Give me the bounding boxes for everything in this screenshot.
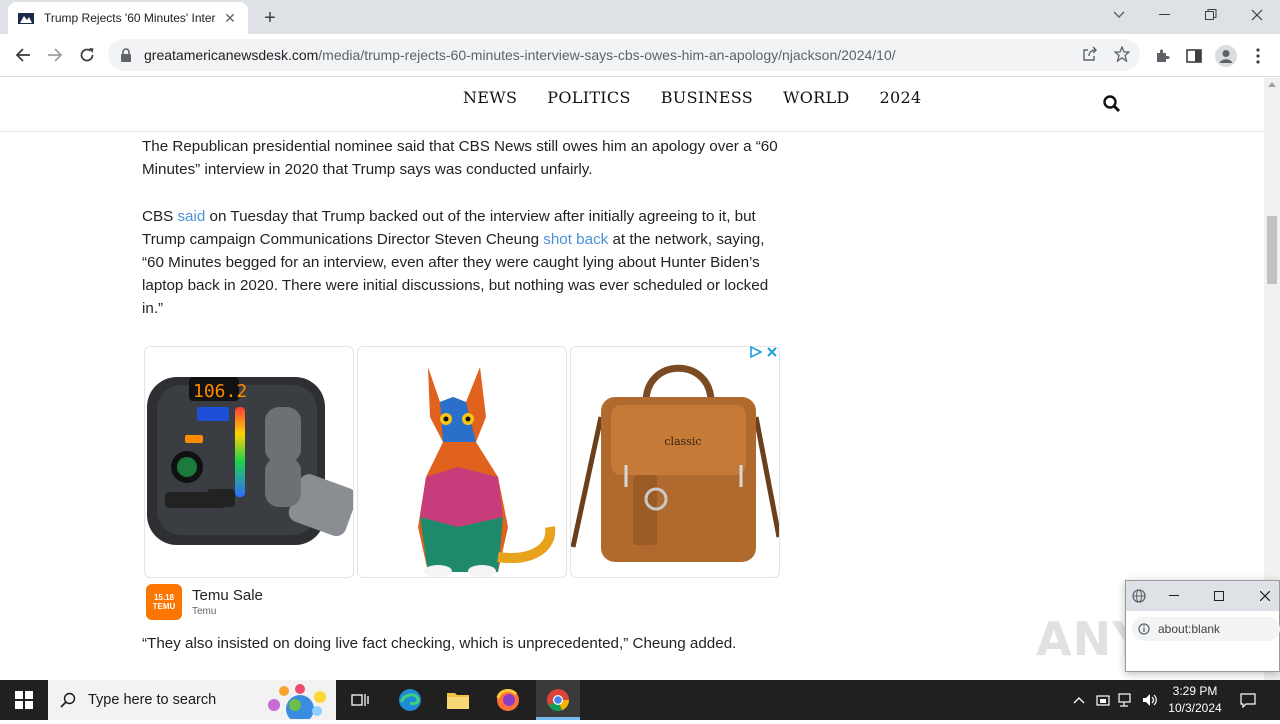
tab-title: Trump Rejects '60 Minutes' Inter — [44, 11, 216, 25]
popup-window[interactable]: about:blank — [1125, 580, 1280, 672]
bookmark-star-icon[interactable] — [1111, 43, 1133, 65]
nav-item-business[interactable]: BUSINESS — [661, 88, 753, 107]
article-paragraph: CBS said on Tuesday that Trump backed ou… — [142, 205, 782, 320]
close-window-button[interactable] — [1234, 0, 1280, 30]
reload-button[interactable] — [72, 40, 102, 70]
tab-search-icon[interactable] — [1096, 0, 1142, 30]
popup-titlebar[interactable] — [1126, 581, 1279, 611]
temu-logo: 15.18 TEMU — [146, 584, 182, 620]
volume-icon[interactable] — [1141, 690, 1159, 710]
url-host: greatamericanewsdesk.com — [144, 47, 319, 63]
ad-product-leather-bag[interactable]: classic — [570, 346, 780, 578]
taskbar-clock[interactable]: 3:29 PM 10/3/2024 — [1160, 683, 1230, 717]
popup-address-bar[interactable]: about:blank — [1132, 617, 1280, 641]
address-bar[interactable]: greatamericanewsdesk.com/media/trump-rej… — [108, 39, 1140, 71]
chrome-icon[interactable] — [536, 680, 580, 720]
ad-brand[interactable]: 15.18 TEMU Temu Sale Temu — [146, 584, 263, 620]
said-link[interactable]: said — [177, 208, 205, 225]
nav-item-politics[interactable]: POLITICS — [547, 88, 630, 107]
firefox-icon[interactable] — [488, 680, 528, 720]
ad-product-cat-puzzle[interactable] — [357, 346, 567, 578]
minimize-button[interactable] — [1142, 0, 1188, 30]
profile-avatar[interactable] — [1214, 44, 1238, 68]
web-page: NEWS POLITICS BUSINESS WORLD 2024 The Re… — [0, 78, 1264, 680]
scrollbar-thumb[interactable] — [1267, 216, 1277, 284]
search-highlight-icon — [262, 683, 332, 724]
popup-minimize-button[interactable] — [1165, 588, 1183, 604]
share-icon[interactable] — [1079, 43, 1101, 65]
adchoices-play-icon[interactable] — [750, 346, 762, 358]
back-button[interactable] — [8, 40, 38, 70]
bag-label-text: classic — [664, 435, 701, 448]
search-icon — [60, 692, 76, 708]
clock-date: 10/3/2024 — [1168, 701, 1222, 715]
ad-brand-name: Temu Sale — [192, 587, 263, 604]
scroll-up-arrow-icon[interactable] — [1268, 82, 1276, 87]
display-text: 106.2 — [193, 381, 247, 402]
tab-strip: Trump Rejects '60 Minutes' Inter ✕ + — [0, 0, 1280, 34]
browser-toolbar: greatamericanewsdesk.com/media/trump-rej… — [0, 34, 1280, 77]
network-icon[interactable] — [1117, 690, 1135, 710]
task-view-icon[interactable] — [340, 680, 380, 720]
logo-line1: 15.18 — [153, 593, 175, 602]
browser-tab[interactable]: Trump Rejects '60 Minutes' Inter ✕ — [8, 2, 248, 34]
url-path: /media/trump-rejects-60-minutes-intervie… — [318, 47, 896, 63]
forward-button[interactable] — [40, 40, 70, 70]
advertisement: 106.2 classic 15.18 TEMU Temu Sale Temu — [142, 344, 782, 624]
nav-item-world[interactable]: WORLD — [783, 88, 850, 107]
site-favicon-icon — [18, 10, 34, 26]
ad-choices[interactable] — [750, 344, 784, 360]
ad-product-car-charger[interactable]: 106.2 — [144, 346, 354, 578]
tab-close-icon[interactable]: ✕ — [222, 10, 238, 26]
article-body: The Republican presidential nominee said… — [142, 135, 782, 344]
tray-chevron-up-icon[interactable] — [1070, 690, 1088, 710]
popup-maximize-button[interactable] — [1210, 588, 1228, 604]
ad-close-icon[interactable] — [766, 346, 778, 358]
windows-taskbar: Type here to search 3:29 PM 10/3/2024 — [0, 680, 1280, 723]
logo-line2: TEMU — [152, 602, 176, 611]
menu-kebab-icon[interactable] — [1246, 44, 1270, 68]
nav-item-news[interactable]: NEWS — [463, 88, 517, 107]
article-paragraph: The Republican presidential nominee said… — [142, 138, 778, 178]
new-tab-button[interactable]: + — [258, 6, 282, 30]
restore-button[interactable] — [1188, 0, 1234, 30]
taskbar-search[interactable]: Type here to search — [48, 680, 336, 723]
shot-back-link[interactable]: shot back — [543, 231, 608, 248]
notification-icon[interactable] — [1238, 690, 1258, 710]
nav-item-2024[interactable]: 2024 — [880, 88, 922, 107]
extensions-icon[interactable] — [1150, 44, 1174, 68]
site-navigation: NEWS POLITICS BUSINESS WORLD 2024 — [0, 78, 1264, 132]
file-explorer-icon[interactable] — [438, 680, 478, 720]
popup-close-button[interactable] — [1256, 588, 1274, 604]
taskbar-search-placeholder: Type here to search — [88, 692, 217, 708]
search-icon[interactable] — [1102, 94, 1122, 114]
article-paragraph: “They also insisted on doing live fact c… — [142, 635, 737, 652]
side-panel-icon[interactable] — [1182, 44, 1206, 68]
start-button[interactable] — [0, 680, 48, 720]
globe-icon — [1130, 588, 1148, 604]
info-icon[interactable] — [1138, 623, 1150, 635]
edge-icon[interactable] — [390, 680, 430, 720]
lock-icon[interactable] — [120, 48, 134, 62]
clock-time: 3:29 PM — [1172, 684, 1218, 698]
ad-brand-sub: Temu — [192, 606, 217, 617]
meet-now-icon[interactable] — [1094, 690, 1112, 710]
text-span: CBS — [142, 208, 178, 225]
popup-url: about:blank — [1158, 622, 1221, 636]
